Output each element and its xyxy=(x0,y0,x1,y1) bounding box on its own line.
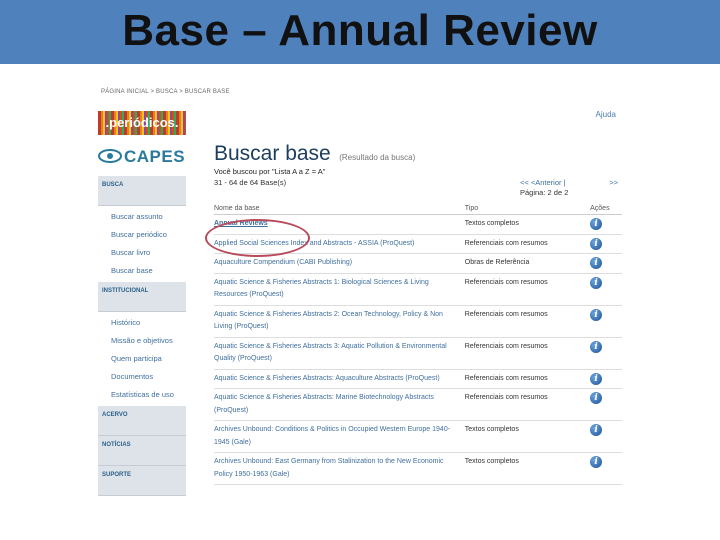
capes-logo-text: CAPES xyxy=(124,147,186,166)
base-name-link[interactable]: Aquatic Science & Fisheries Abstracts 3:… xyxy=(214,337,465,370)
base-name-link[interactable]: Aquatic Science & Fisheries Abstracts 1:… xyxy=(214,273,465,306)
info-icon[interactable]: i xyxy=(590,340,603,353)
base-name-link[interactable]: Archives Unbound: East Germany from Stal… xyxy=(214,452,465,485)
table-row: Aquatic Science & Fisheries Abstracts 2:… xyxy=(214,305,622,338)
info-icon[interactable]: i xyxy=(590,218,603,230)
info-icon[interactable]: i xyxy=(590,257,603,269)
slide-title: Base – Annual Review xyxy=(122,6,598,55)
sidebar-item-historico[interactable]: Histórico xyxy=(98,314,186,332)
pagination-bar: 31 - 64 de 64 Base(s) << <Anterior | Pág… xyxy=(214,177,622,197)
base-type: Referenciais com resumos xyxy=(464,305,591,338)
breadcrumb[interactable]: PÁGINA INICIAL > BUSCA > BUSCAR BASE xyxy=(101,89,230,95)
sidebar-item-documentos[interactable]: Documentos xyxy=(98,368,186,386)
main-content: Buscar base (Resultado da busca) Você bu… xyxy=(214,142,622,485)
base-type: Textos completos xyxy=(464,420,591,453)
sidebar-section-acervo[interactable]: ACERVO xyxy=(98,406,186,436)
sidebar-item-quem-participa[interactable]: Quem participa xyxy=(98,350,186,368)
base-type: Textos completos xyxy=(464,452,591,485)
info-icon[interactable]: i xyxy=(590,392,603,404)
screenshot-frame: PÁGINA INICIAL > BUSCA > BUSCAR BASE .pe… xyxy=(96,84,626,504)
page-title-row: Buscar base (Resultado da busca) xyxy=(214,142,622,166)
table-row: Aquatic Science & Fisheries Abstracts 1:… xyxy=(214,273,622,306)
column-header-actions: Ações xyxy=(590,203,622,215)
base-name-link[interactable]: Aquatic Science & Fisheries Abstracts 2:… xyxy=(214,305,465,338)
base-name-link[interactable]: Aquatic Science & Fisheries Abstracts: A… xyxy=(214,369,465,389)
info-icon[interactable]: i xyxy=(590,276,603,289)
table-row: Aquaculture Compendium (CABI Publishing)… xyxy=(214,253,622,274)
info-icon[interactable]: i xyxy=(590,456,603,468)
base-type: Referenciais com resumos xyxy=(464,273,591,306)
table-row: Aquatic Science & Fisheries Abstracts: A… xyxy=(214,369,622,389)
result-count: 31 - 64 de 64 Base(s) xyxy=(214,178,287,187)
page-indicator: Página: 2 de 2 xyxy=(520,188,569,197)
column-header-type[interactable]: Tipo xyxy=(464,203,591,215)
table-header-row: Nome da base Tipo Ações xyxy=(214,203,622,215)
sidebar-item-buscar-periodico[interactable]: Buscar periódico xyxy=(98,226,186,244)
sidebar-section-institucional[interactable]: INSTITUCIONAL xyxy=(98,282,186,312)
highlight-annotation-ellipse xyxy=(205,219,310,257)
sidebar-item-buscar-livro[interactable]: Buscar livro xyxy=(98,244,186,262)
table-row: Archives Unbound: East Germany from Stal… xyxy=(214,452,622,485)
page-title: Buscar base xyxy=(214,142,331,165)
base-type: Obras de Referência xyxy=(464,253,591,274)
column-header-name[interactable]: Nome da base xyxy=(214,203,465,215)
sidebar-section-suporte[interactable]: SUPORTE xyxy=(98,466,186,496)
capes-emblem-icon xyxy=(98,149,122,163)
info-icon[interactable]: i xyxy=(590,424,603,436)
sidebar-item-missao[interactable]: Missão e objetivos xyxy=(98,332,186,350)
slide-banner: Base – Annual Review xyxy=(0,0,720,64)
info-icon[interactable]: i xyxy=(590,308,603,321)
help-link[interactable]: Ajuda xyxy=(596,110,616,119)
capes-logo[interactable]: CAPES xyxy=(98,146,188,168)
sidebar-section-noticias[interactable]: NOTÍCIAS xyxy=(98,436,186,466)
next-page-link[interactable]: >> xyxy=(609,178,618,187)
sidebar-section-busca[interactable]: BUSCA xyxy=(98,176,186,206)
sidebar-item-estatisticas[interactable]: Estatísticas de uso xyxy=(98,386,186,404)
sidebar-item-buscar-assunto[interactable]: Buscar assunto xyxy=(98,208,186,226)
page-subtitle: (Resultado da busca) xyxy=(339,153,416,162)
sidebar-item-buscar-base[interactable]: Buscar base xyxy=(98,262,186,280)
table-row: Aquatic Science & Fisheries Abstracts 3:… xyxy=(214,337,622,370)
base-type: Referenciais com resumos xyxy=(464,388,591,421)
base-type: Referenciais com resumos xyxy=(464,369,591,389)
info-icon[interactable]: i xyxy=(590,237,603,250)
sidebar: BUSCA Buscar assunto Buscar periódico Bu… xyxy=(98,176,186,496)
periodicos-logo-text: .periódicos. xyxy=(105,115,179,130)
previous-page-link[interactable]: << <Anterior | xyxy=(520,178,566,187)
base-type: Referenciais com resumos xyxy=(464,234,591,254)
base-name-link[interactable]: Aquatic Science & Fisheries Abstracts: M… xyxy=(214,388,465,421)
info-icon[interactable]: i xyxy=(590,372,603,385)
base-type: Textos completos xyxy=(464,214,591,235)
table-row: Archives Unbound: Conditions & Politics … xyxy=(214,420,622,453)
base-type: Referenciais com resumos xyxy=(464,337,591,370)
table-row: Aquatic Science & Fisheries Abstracts: M… xyxy=(214,388,622,421)
periodicos-logo[interactable]: .periódicos. xyxy=(98,111,186,135)
search-query-text: Você buscou por "Lista A a Z = A" xyxy=(214,167,326,176)
base-name-link[interactable]: Archives Unbound: Conditions & Politics … xyxy=(214,420,465,453)
